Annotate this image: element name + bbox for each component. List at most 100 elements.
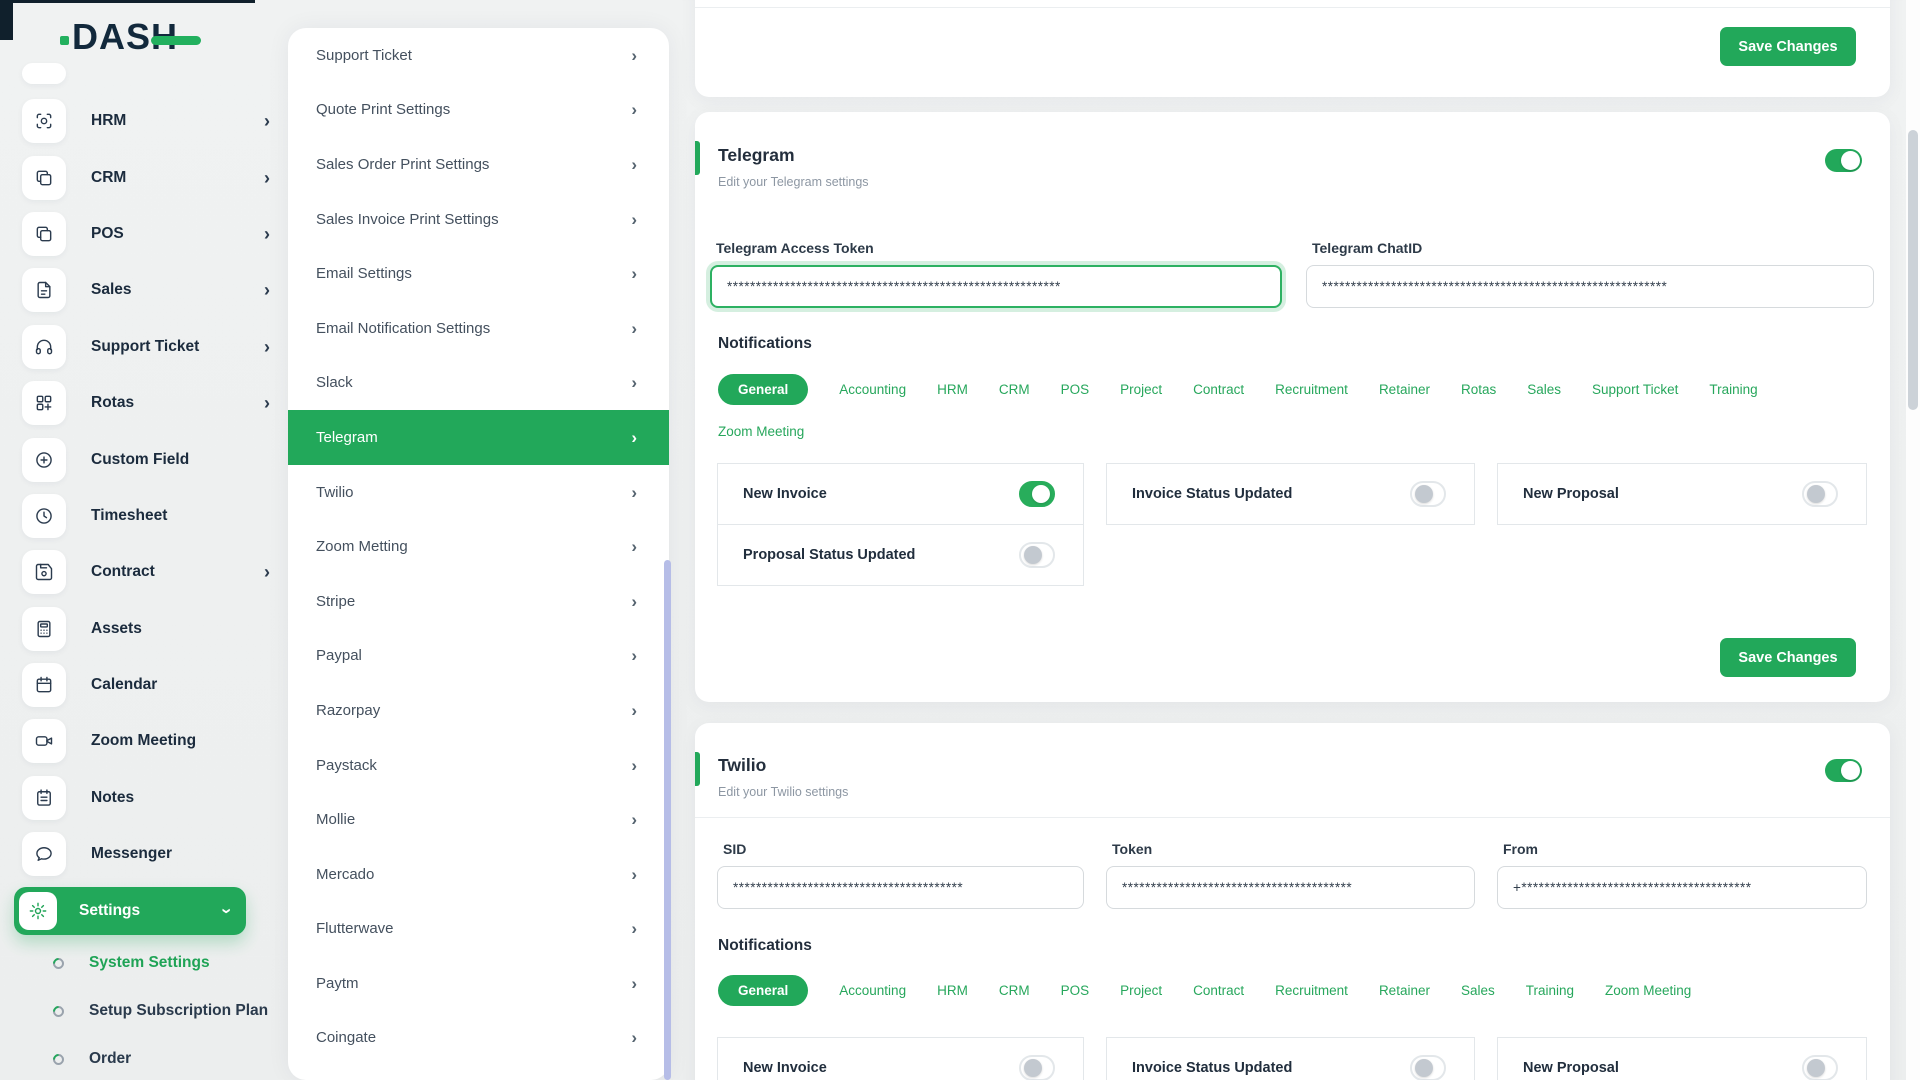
settings-menu-item[interactable]: Mercado › [288, 847, 669, 902]
save-button[interactable]: Save Changes [1720, 638, 1856, 677]
notification-tab[interactable]: CRM [999, 975, 1030, 1006]
settings-menu-item-label: Razorpay [316, 702, 631, 719]
settings-menu-item[interactable]: Skrill › [288, 1065, 669, 1080]
sidebar-item[interactable]: Assets › [0, 601, 300, 657]
app-logo[interactable]: DASH [60, 16, 201, 58]
notification-tab[interactable]: Retainer [1379, 374, 1430, 405]
notification-tab[interactable]: Accounting [839, 374, 906, 405]
masked-token-input[interactable] [710, 265, 1282, 308]
calendar-icon [22, 663, 66, 707]
settings-menu-item-label: Stripe [316, 593, 631, 610]
sidebar-item[interactable]: Notes › [0, 770, 300, 826]
page-scrollbar-thumb[interactable] [1908, 130, 1918, 410]
masked-token-input[interactable] [717, 866, 1084, 909]
settings-menu-item[interactable]: Stripe › [288, 574, 669, 629]
settings-menu-item[interactable]: Razorpay › [288, 683, 669, 738]
settings-menu-item[interactable]: Zoom Metting › [288, 519, 669, 574]
notification-tab[interactable]: Recruitment [1275, 975, 1348, 1006]
chevron-right-icon: › [264, 394, 270, 412]
sidebar-item[interactable]: Custom Field › [0, 431, 300, 487]
settings-menu-item[interactable]: Support Ticket › [288, 28, 669, 83]
sidebar-item[interactable]: Support Ticket › [0, 319, 300, 375]
settings-menu-item[interactable]: Twilio › [288, 465, 669, 520]
twilio-enabled-toggle[interactable] [1825, 759, 1862, 782]
sidebar-subitem[interactable]: Order [0, 1035, 300, 1080]
sidebar-subitem[interactable]: Setup Subscription Plan [0, 987, 300, 1035]
settings-menu-item[interactable]: Paystack › [288, 738, 669, 793]
notification-tab[interactable]: Zoom Meeting [718, 416, 804, 447]
notification-tab[interactable]: Rotas [1461, 374, 1496, 405]
sidebar-item[interactable]: CRM › [0, 149, 300, 205]
sidebar-item[interactable]: Zoom Meeting › [0, 713, 300, 769]
notification-toggle[interactable] [1802, 1055, 1838, 1080]
notification-tab[interactable]: Accounting [839, 975, 906, 1006]
masked-token-input[interactable] [1306, 265, 1874, 308]
page-scrollbar-track[interactable] [1906, 0, 1920, 1080]
notification-tab[interactable]: Sales [1461, 975, 1495, 1006]
telegram-enabled-toggle[interactable] [1825, 149, 1862, 172]
headset-icon [22, 325, 66, 369]
notification-tab[interactable]: Training [1709, 374, 1757, 405]
notification-tab[interactable]: Project [1120, 975, 1162, 1006]
sidebar-subitem[interactable]: System Settings [0, 939, 300, 987]
sidebar-item[interactable]: HRM › [0, 93, 300, 149]
sidebar-item[interactable]: Contract › [0, 544, 300, 600]
settings-menu-item-label: Paystack [316, 757, 631, 774]
settings-menu-item[interactable]: Slack › [288, 356, 669, 411]
sidebar-item[interactable]: Sales › [0, 262, 300, 318]
settings-menu-item[interactable]: Mollie › [288, 792, 669, 847]
notification-tab[interactable]: Contract [1193, 975, 1244, 1006]
toggle-knob [1807, 1059, 1825, 1077]
settings-menu-item[interactable]: Email Notification Settings › [288, 301, 669, 356]
notification-toggle-label: New Proposal [1523, 1060, 1619, 1076]
sidebar-item[interactable]: Calendar › [0, 657, 300, 713]
notification-toggle[interactable] [1019, 542, 1055, 568]
sidebar-item[interactable]: POS › [0, 206, 300, 262]
notification-toggle[interactable] [1019, 481, 1055, 507]
notification-tab[interactable]: HRM [937, 975, 968, 1006]
sidebar-item[interactable]: Rotas › [0, 375, 300, 431]
sidebar-item[interactable]: Messenger › [0, 826, 300, 882]
masked-token-input[interactable] [1497, 866, 1867, 909]
notification-tab[interactable]: General [718, 374, 808, 405]
notification-toggle-box: Invoice Status Updated [1106, 1037, 1475, 1080]
settings-menu-item[interactable]: Quote Print Settings › [288, 83, 669, 138]
notification-tab[interactable]: POS [1061, 374, 1090, 405]
settings-menu-item[interactable]: Telegram › [288, 410, 669, 465]
notification-tab[interactable]: CRM [999, 374, 1030, 405]
sidebar-item[interactable]: Timesheet › [0, 488, 300, 544]
field-group: From [1497, 841, 1867, 909]
notification-toggle-box: New Proposal [1497, 463, 1867, 525]
settings-menu-item[interactable]: Paytm › [288, 956, 669, 1011]
masked-token-input[interactable] [1106, 866, 1475, 909]
sidebar-item[interactable]: Settings › [14, 887, 246, 935]
notification-tab[interactable]: Sales [1527, 374, 1561, 405]
notification-tab[interactable]: General [718, 975, 808, 1006]
notification-tab[interactable]: POS [1061, 975, 1090, 1006]
notification-toggle[interactable] [1802, 481, 1838, 507]
chevron-right-icon: › [631, 1029, 637, 1046]
sidebar-item-label: Settings [79, 902, 224, 920]
notification-tab[interactable]: Recruitment [1275, 374, 1348, 405]
notification-tab[interactable]: Support Ticket [1592, 374, 1678, 405]
notification-tab[interactable]: Training [1526, 975, 1574, 1006]
notification-tab[interactable]: Zoom Meeting [1605, 975, 1691, 1006]
card-title: Telegram [718, 145, 795, 166]
settings-menu-item[interactable]: Paypal › [288, 629, 669, 684]
twilio-notification-toggles: New Invoice Invoice Status Updated New P… [717, 1038, 1867, 1080]
notification-tab[interactable]: Retainer [1379, 975, 1430, 1006]
notification-toggle[interactable] [1410, 481, 1446, 507]
settings-menu-item[interactable]: Coingate › [288, 1011, 669, 1066]
save-button[interactable]: Save Changes [1720, 27, 1856, 66]
notification-tab[interactable]: Project [1120, 374, 1162, 405]
settings-menu-item[interactable]: Flutterwave › [288, 902, 669, 957]
settings-menu-item[interactable]: Sales Order Print Settings › [288, 137, 669, 192]
notification-tab[interactable]: HRM [937, 374, 968, 405]
settings-menu-item[interactable]: Sales Invoice Print Settings › [288, 192, 669, 247]
field-label: Token [1106, 841, 1475, 857]
notification-toggle[interactable] [1019, 1055, 1055, 1080]
panel-scrollbar[interactable] [664, 560, 671, 1080]
notification-tab[interactable]: Contract [1193, 374, 1244, 405]
notification-toggle[interactable] [1410, 1055, 1446, 1080]
settings-menu-item[interactable]: Email Settings › [288, 246, 669, 301]
